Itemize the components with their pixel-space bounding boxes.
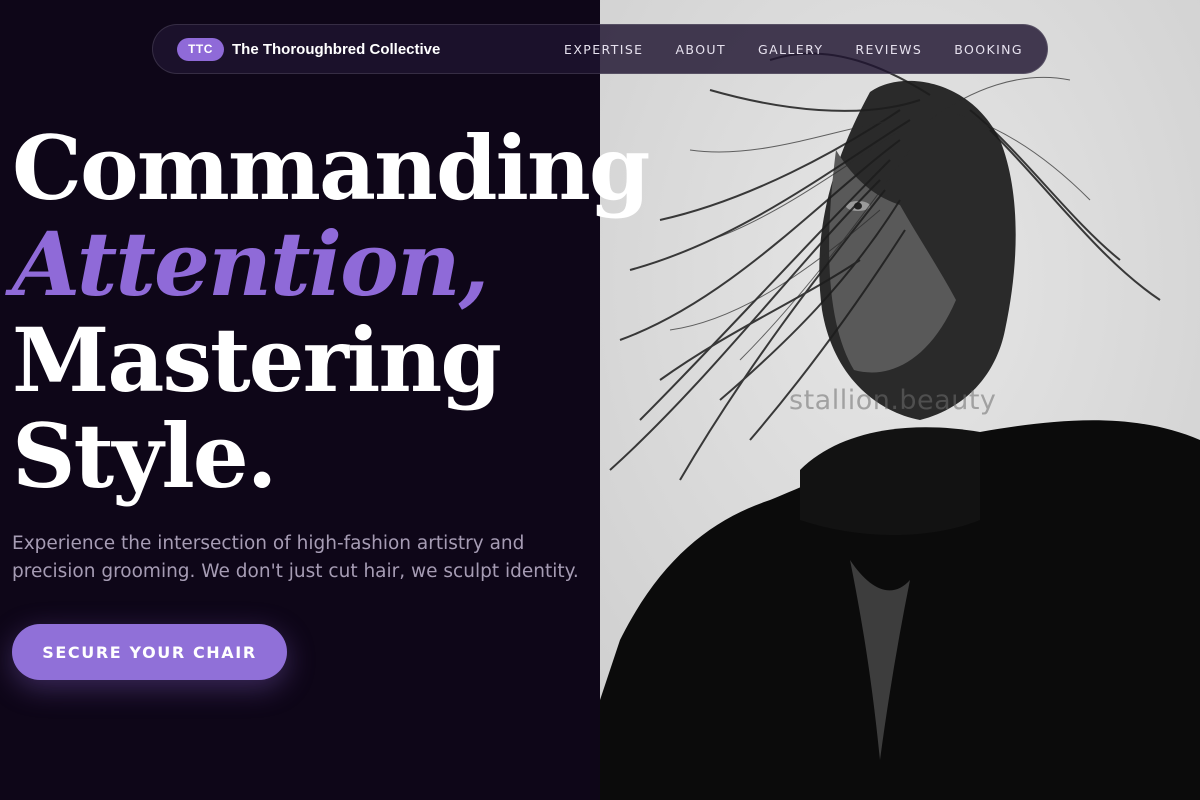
headline-accent: Attention, xyxy=(12,212,489,316)
hero-subtext: Experience the intersection of high-fash… xyxy=(12,533,579,582)
nav-link-booking[interactable]: BOOKING xyxy=(954,42,1023,57)
headline-line-3: Mastering xyxy=(12,308,502,412)
nav-link-about[interactable]: ABOUT xyxy=(675,42,726,57)
nav-links: EXPERTISE ABOUT GALLERY REVIEWS BOOKING xyxy=(564,42,1023,57)
brand-name[interactable]: The Thoroughbred Collective xyxy=(232,41,440,58)
brand-badge[interactable]: TTC xyxy=(177,37,224,61)
top-navigation: TTC The Thoroughbred Collective EXPERTIS… xyxy=(152,24,1048,74)
nav-link-gallery[interactable]: GALLERY xyxy=(758,42,823,57)
secure-chair-button[interactable]: SECURE YOUR CHAIR xyxy=(12,624,287,680)
hero-headline: Commanding Attention, Mastering Style. xyxy=(12,116,650,508)
headline-line-4: Style. xyxy=(12,404,277,508)
nav-link-reviews[interactable]: REVIEWS xyxy=(855,42,922,57)
headline-line-1: Commanding xyxy=(12,116,650,220)
hero-photo: stallion.beauty xyxy=(600,0,1200,800)
watermark-text: stallion.beauty xyxy=(789,385,997,416)
nav-link-expertise[interactable]: EXPERTISE xyxy=(564,42,643,57)
